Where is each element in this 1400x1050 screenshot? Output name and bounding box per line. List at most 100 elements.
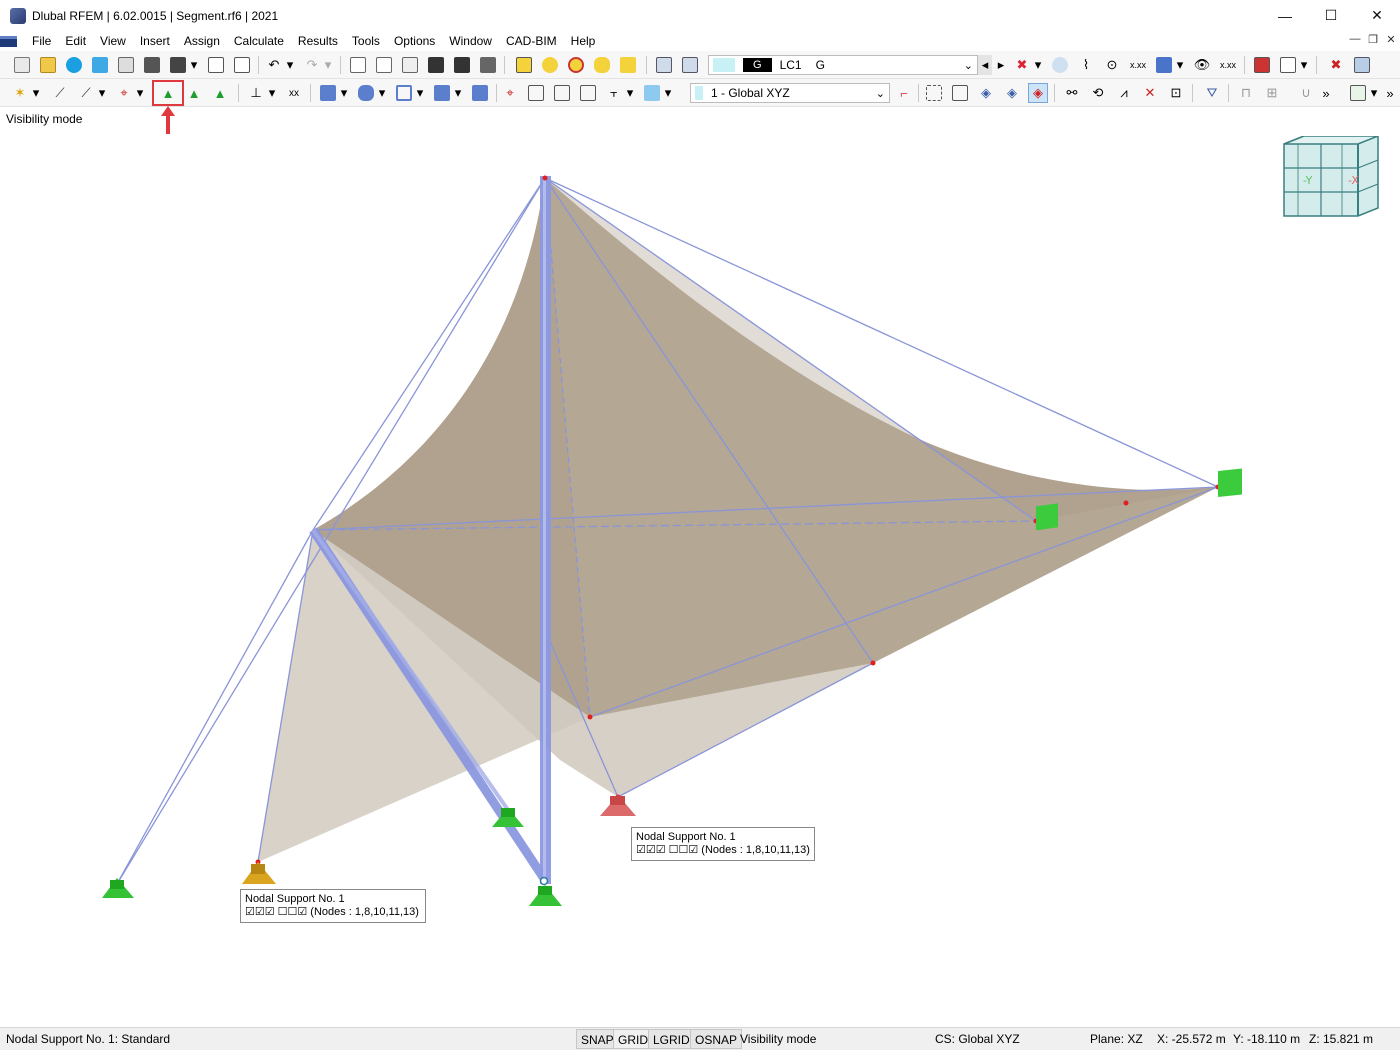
next-load-case-icon[interactable]: ▸ [994, 55, 1008, 75]
results-display-icon[interactable]: ⊙ [1102, 55, 1122, 75]
new-solid-icon[interactable]: ⌖ [114, 83, 134, 103]
view-iso-icon[interactable]: ◈ [976, 83, 996, 103]
deformation-icon[interactable]: ⌇ [1076, 55, 1096, 75]
table-icon[interactable] [348, 55, 368, 75]
result-grid-icon[interactable] [1154, 55, 1174, 75]
redo-icon[interactable]: ↷ [302, 55, 322, 75]
move-icon[interactable] [318, 83, 338, 103]
calculate-all-icon[interactable] [566, 55, 586, 75]
new-line-icon[interactable]: ⟋ [50, 83, 70, 103]
lgrid-toggle[interactable]: LGRID [648, 1029, 695, 1049]
view-render-icon[interactable]: ◈ [1002, 83, 1022, 103]
print-dropdown-icon[interactable]: ▾ [188, 55, 200, 75]
menu-help[interactable]: Help [564, 31, 603, 51]
result-visibility-icon[interactable]: 👁 [1192, 55, 1212, 75]
menu-edit[interactable]: Edit [58, 31, 93, 51]
solid-dropdown-icon[interactable]: ▾ [134, 83, 146, 103]
curve-icon[interactable]: ∪ [1296, 83, 1316, 103]
minimize-button[interactable]: — [1262, 0, 1308, 31]
filter-icon[interactable]: ⛛ [1202, 83, 1222, 103]
result-grid-dropdown-icon[interactable]: ▾ [1174, 55, 1186, 75]
menu-options[interactable]: Options [387, 31, 442, 51]
grid-table-icon[interactable] [374, 55, 394, 75]
doc-minimize-button[interactable]: — [1345, 33, 1365, 45]
filter-dropdown-icon[interactable]: ▾ [1032, 55, 1044, 75]
report-icon[interactable] [206, 55, 226, 75]
mirror-dropdown-icon[interactable]: ▾ [414, 83, 426, 103]
undo-dropdown-icon[interactable]: ▾ [284, 55, 296, 75]
cancel-icon[interactable]: ✕ [1140, 83, 1160, 103]
menu-window[interactable]: Window [442, 31, 499, 51]
align-icon[interactable] [526, 83, 546, 103]
result-diagram-icon[interactable] [1278, 55, 1298, 75]
result-labels-icon[interactable] [618, 55, 638, 75]
mirror-view-icon[interactable]: ⩘ [1114, 83, 1134, 103]
grid-toggle[interactable]: GRID [613, 1029, 653, 1049]
menu-cad-bim[interactable]: CAD-BIM [499, 31, 564, 51]
view-snap-icon[interactable] [950, 83, 970, 103]
web-services-icon[interactable] [90, 55, 110, 75]
select-icon[interactable] [642, 83, 662, 103]
member-dropdown-icon[interactable]: ▾ [96, 83, 108, 103]
toolbar-overflow-icon[interactable]: » [1384, 83, 1396, 103]
screenshot-icon[interactable]: ⊡ [1166, 83, 1186, 103]
menu-results[interactable]: Results [291, 31, 345, 51]
filter-clear-icon[interactable]: ✖ [1012, 55, 1032, 75]
dimension-icon[interactable]: ⊥ [246, 83, 266, 103]
coordinate-system-select[interactable]: 1 - Global XYZ ⌄ [690, 83, 890, 103]
osnap-toggle[interactable]: OSNAP [690, 1029, 743, 1049]
prev-load-case-icon[interactable]: ◂ [978, 55, 992, 75]
doc-close-button[interactable]: ✕ [1381, 33, 1400, 46]
save-icon[interactable] [142, 55, 162, 75]
hinge-icon[interactable]: ⚯ [1062, 83, 1082, 103]
view-cube[interactable]: -Y -X [1280, 136, 1380, 218]
cube-view-icon[interactable] [1352, 55, 1372, 75]
delete-results-icon[interactable]: ✖ [1326, 55, 1346, 75]
coordinate-xx-icon[interactable]: xx [284, 83, 304, 103]
view-grid-icon[interactable] [924, 83, 944, 103]
user-cs-icon[interactable]: ⌐ [894, 83, 914, 103]
script-icon[interactable] [452, 55, 472, 75]
console-icon[interactable] [426, 55, 446, 75]
model-viewport[interactable] [0, 107, 1400, 1026]
clipping-icon[interactable]: ⊞ [1262, 83, 1282, 103]
new-node-icon[interactable]: ✶ [10, 83, 30, 103]
move-dropdown-icon[interactable]: ▾ [338, 83, 350, 103]
scale-dropdown-icon[interactable]: ▾ [452, 83, 464, 103]
connect-icon[interactable] [552, 83, 572, 103]
menu-assign[interactable]: Assign [177, 31, 227, 51]
load-case-prev-icon[interactable] [654, 55, 674, 75]
navigator-icon[interactable] [400, 55, 420, 75]
intersect-icon[interactable]: ⫟ [604, 83, 624, 103]
dlubal-center-icon[interactable] [64, 55, 84, 75]
calculator-icon[interactable] [478, 55, 498, 75]
result-diagram-dropdown-icon[interactable]: ▾ [1298, 55, 1310, 75]
graph-dropdown-icon[interactable]: ▾ [1368, 83, 1380, 103]
new-member-icon[interactable]: ⟋ [76, 83, 96, 103]
results-icon[interactable] [592, 55, 612, 75]
open-folder-icon[interactable] [38, 55, 58, 75]
mirror-icon[interactable] [394, 83, 414, 103]
new-model-icon[interactable] [12, 55, 32, 75]
block-icon[interactable] [470, 83, 490, 103]
menu-file[interactable]: File [25, 31, 58, 51]
close-button[interactable]: ✕ [1354, 0, 1400, 31]
graph-icon[interactable] [1348, 83, 1368, 103]
result-values-icon[interactable]: x.xx [1218, 55, 1238, 75]
rotate-dropdown-icon[interactable]: ▾ [376, 83, 388, 103]
undo-icon[interactable]: ↶ [264, 55, 284, 75]
section-icon[interactable]: ⊓ [1236, 83, 1256, 103]
generate-mesh-icon[interactable] [514, 55, 534, 75]
overflow-icon[interactable]: » [1320, 83, 1332, 103]
load-case-select[interactable]: G LC1 G ⌄ [708, 55, 978, 75]
visibility-mode-icon[interactable]: ◈ [1028, 83, 1048, 103]
values-xxx-icon[interactable]: x.xx [1128, 55, 1148, 75]
printout-icon[interactable] [232, 55, 252, 75]
maximize-button[interactable]: ☐ [1308, 0, 1354, 31]
calculate-icon[interactable] [540, 55, 560, 75]
divide-icon[interactable] [578, 83, 598, 103]
doc-restore-button[interactable]: ❐ [1363, 33, 1383, 46]
surface-support-icon[interactable]: ▲ [210, 83, 230, 103]
redo-dropdown-icon[interactable]: ▾ [322, 55, 334, 75]
menu-tools[interactable]: Tools [345, 31, 387, 51]
